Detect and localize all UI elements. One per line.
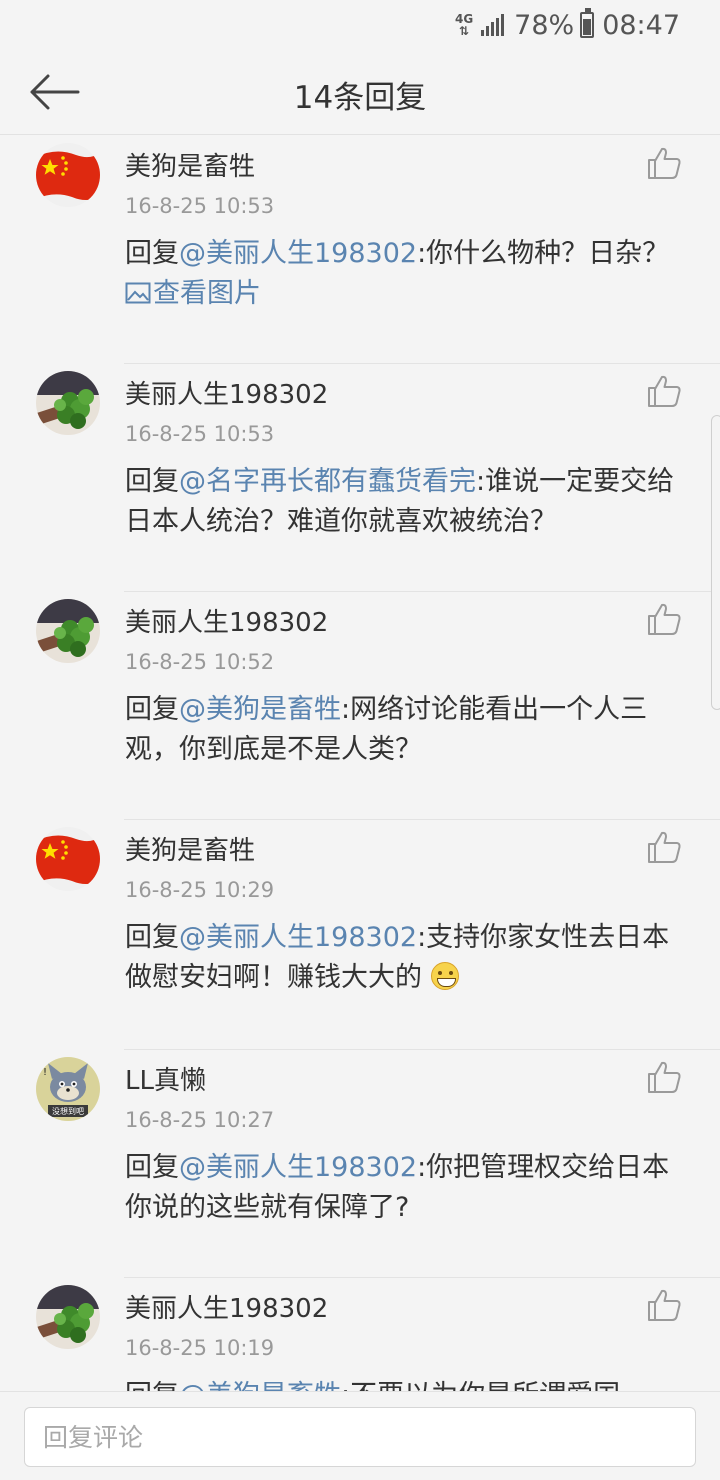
reply-prefix: 回复: [125, 466, 179, 497]
mention-link[interactable]: @名字再长都有蠢货看完: [179, 466, 476, 497]
reply-item: 美丽人生198302 16-8-25 10:53 回复@名字再长都有蠢货看完:谁…: [0, 364, 720, 592]
reply-content: 回复@美丽人生198302:支持你家女性去日本做慰安妇啊！赚钱大大的: [125, 918, 675, 998]
reply-username[interactable]: 美狗是畜牲: [125, 146, 255, 183]
thumbs-up-icon[interactable]: [646, 830, 682, 864]
page-title: 14条回复: [293, 80, 427, 116]
china-flag-avatar[interactable]: [36, 143, 100, 207]
reply-username[interactable]: LL真懒: [125, 1060, 206, 1097]
reply-username[interactable]: 美丽人生198302: [125, 374, 328, 411]
reply-item: 美丽人生198302 16-8-25 10:19 回复@美狗是畜牲:不要以为你是…: [0, 1278, 720, 1391]
thumbs-up-icon[interactable]: [646, 374, 682, 408]
reply-timestamp: 16-8-25 10:19: [125, 1336, 275, 1360]
clock: 08:47: [602, 9, 680, 41]
plant-avatar[interactable]: [36, 371, 100, 435]
reply-item: 美丽人生198302 16-8-25 10:52 回复@美狗是畜牲:网络讨论能看…: [0, 592, 720, 820]
thumbs-up-icon[interactable]: [646, 1288, 682, 1322]
grin-emoji-icon: [430, 962, 459, 990]
reply-text: :你什么物种？日杂？: [417, 238, 670, 269]
scroll-indicator[interactable]: [711, 415, 720, 710]
reply-username[interactable]: 美丽人生198302: [125, 1288, 328, 1325]
thumbs-up-icon[interactable]: [646, 602, 682, 636]
reply-bar: [0, 1391, 720, 1480]
reply-timestamp: 16-8-25 10:53: [125, 422, 275, 446]
reply-prefix: 回复: [125, 922, 179, 953]
china-flag-avatar[interactable]: [36, 827, 100, 891]
mention-link[interactable]: @美丽人生198302: [179, 1152, 417, 1183]
avatar-caption: 没想到吧: [52, 1106, 84, 1116]
reply-username[interactable]: 美狗是畜牲: [125, 830, 255, 867]
reply-list: 美狗是畜牲 16-8-25 10:53 回复@美丽人生198302:你什么物种？…: [0, 136, 720, 1391]
status-bar: 4G ⇅ 78% 08:47: [0, 0, 720, 50]
cartoon-cat-avatar[interactable]: ! 没想到吧: [36, 1057, 100, 1121]
reply-prefix: 回复: [125, 1380, 179, 1391]
app-header: 14条回复: [0, 50, 720, 135]
svg-text:!: !: [43, 1067, 47, 1078]
view-image-link[interactable]: 查看图片: [125, 278, 261, 309]
reply-item: 美狗是畜牲 16-8-25 10:29 回复@美丽人生198302:支持你家女性…: [0, 820, 720, 1050]
reply-timestamp: 16-8-25 10:52: [125, 650, 275, 674]
image-icon: [125, 282, 151, 304]
battery-percent: 78%: [514, 9, 575, 41]
network-label: 4G: [454, 12, 474, 26]
reply-username[interactable]: 美丽人生198302: [125, 602, 328, 639]
reply-comment-input[interactable]: [24, 1407, 696, 1467]
signal-icon: [479, 14, 505, 36]
network-type: 4G ⇅: [454, 12, 474, 38]
reply-timestamp: 16-8-25 10:53: [125, 194, 275, 218]
view-image-label: 查看图片: [153, 278, 261, 309]
reply-prefix: 回复: [125, 1152, 179, 1183]
plant-avatar[interactable]: [36, 599, 100, 663]
reply-timestamp: 16-8-25 10:29: [125, 878, 275, 902]
plant-avatar[interactable]: [36, 1285, 100, 1349]
thumbs-up-icon[interactable]: [646, 1060, 682, 1094]
thumbs-up-icon[interactable]: [646, 146, 682, 180]
reply-timestamp: 16-8-25 10:27: [125, 1108, 275, 1132]
battery-icon: [580, 8, 595, 38]
reply-item: ! 没想到吧 LL真懒 16-8-25 10:27 回复@美丽人生198302:…: [0, 1050, 720, 1278]
reply-item: 美狗是畜牲 16-8-25 10:53 回复@美丽人生198302:你什么物种？…: [0, 136, 720, 364]
mention-link[interactable]: @美丽人生198302: [179, 922, 417, 953]
mention-link[interactable]: @美狗是畜牲: [179, 1380, 341, 1391]
reply-prefix: 回复: [125, 238, 179, 269]
reply-content: 回复@美狗是畜牲:不要以为你是所谓爱国: [125, 1376, 675, 1391]
reply-content: 回复@名字再长都有蠢货看完:谁说一定要交给日本人统治？难道你就喜欢被统治？: [125, 462, 675, 542]
reply-content: 回复@美狗是畜牲:网络讨论能看出一个人三观，你到底是不是人类？: [125, 690, 675, 770]
mention-link[interactable]: @美丽人生198302: [179, 238, 417, 269]
reply-text: :不要以为你是所谓爱国: [341, 1380, 620, 1391]
reply-prefix: 回复: [125, 694, 179, 725]
reply-content: 回复@美丽人生198302:你把管理权交给日本你说的这些就有保障了?: [125, 1148, 675, 1228]
mention-link[interactable]: @美狗是畜牲: [179, 694, 341, 725]
reply-content: 回复@美丽人生198302:你什么物种？日杂？ 查看图片: [125, 234, 675, 314]
